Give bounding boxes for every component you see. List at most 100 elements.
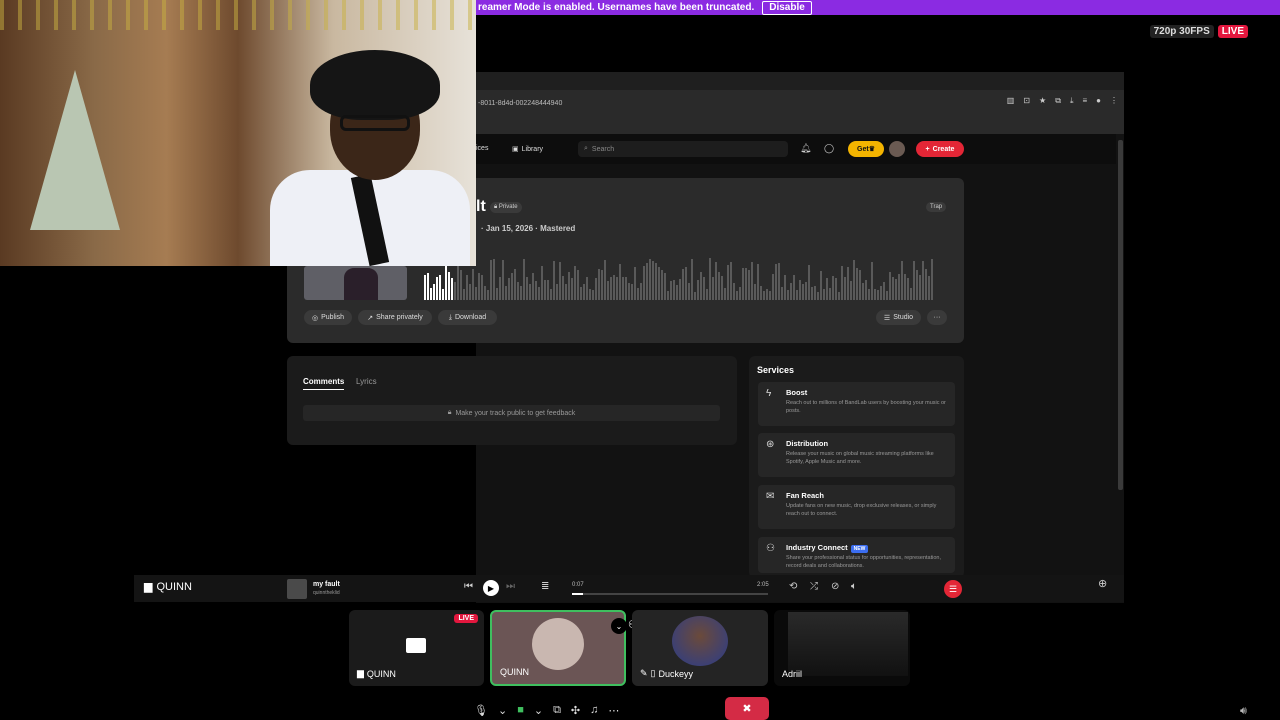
bookmarks-bar [476, 116, 1124, 134]
waveform-bar [907, 277, 909, 300]
studio-button[interactable]: ☰ Studio [876, 310, 921, 325]
waveform-bar [580, 287, 582, 300]
service-fan-reach[interactable]: ✉ Fan Reach Update fans on new music, dr… [758, 485, 955, 529]
more-icon[interactable]: ⋯ [608, 704, 619, 717]
waveform-bar [808, 265, 810, 300]
microphone-icon[interactable]: 🎙︎ [474, 704, 488, 717]
waveform-bar [466, 275, 468, 300]
bolt-icon: ϟ [766, 388, 772, 399]
queue-icon[interactable]: ≣ [541, 581, 549, 592]
player-track-title[interactable]: my fault [313, 581, 340, 588]
share-privately-button[interactable]: ↗ Share privately [358, 310, 432, 325]
waveform-bar [535, 280, 537, 300]
download-button[interactable]: ⤓ Download [438, 310, 497, 325]
service-boost[interactable]: ϟ Boost Reach out to millions of BandLab… [758, 382, 955, 426]
bookmark-star-icon[interactable]: ★ [1039, 96, 1046, 106]
disconnect-button[interactable]: ✖ [725, 697, 769, 720]
profile-icon[interactable]: ● [1096, 96, 1101, 106]
waveform-bar [538, 286, 540, 300]
waveform-bar [502, 259, 504, 300]
screen-share-preview [788, 612, 908, 676]
participant-tile[interactable]: Adriil [774, 610, 910, 686]
camera-options-chevron-icon[interactable]: ⌄ [534, 704, 543, 717]
waveform-bar [859, 270, 861, 300]
waveform-bar [868, 289, 870, 300]
extensions-icon[interactable]: ⧉ [1055, 96, 1061, 106]
soundboard-icon[interactable]: ♫ [590, 704, 598, 716]
progress-bar[interactable] [572, 593, 768, 595]
waveform-bar [604, 259, 606, 300]
string-lights [0, 0, 476, 30]
search-input[interactable]: ⌕ Search [578, 141, 788, 157]
play-button[interactable]: ▶ [483, 580, 499, 596]
waveform-bar [640, 282, 642, 300]
waveform-bar [802, 284, 804, 300]
zoom-icon[interactable]: ⊕ [1098, 577, 1107, 590]
output-volume-icon[interactable]: 🔊︎ [1240, 705, 1247, 718]
camera-icon[interactable]: ■ [517, 704, 524, 716]
library-icon: ▣ [512, 146, 519, 153]
messages-icon[interactable]: ◯ [824, 143, 834, 154]
tab-comments[interactable]: Comments [303, 377, 345, 390]
activities-icon[interactable]: ✣ [571, 704, 580, 717]
notifications-icon[interactable]: 🔔︎ [800, 143, 811, 154]
muted-mic-icon: ✎ [640, 668, 648, 678]
install-icon[interactable]: ⊡ [1023, 96, 1030, 106]
nav-library[interactable]: ▣ Library [512, 145, 543, 154]
waveform-bar [709, 258, 711, 300]
more-options-button[interactable]: ··· [927, 310, 947, 325]
waveform-bar [670, 281, 672, 300]
waveform-bar [469, 284, 471, 300]
repeat-icon[interactable]: ⟲ [789, 581, 797, 592]
new-badge: NEW [850, 545, 869, 553]
create-button[interactable]: + Create [916, 141, 964, 157]
shuffle-icon[interactable]: ⤮ [810, 581, 818, 592]
waveform-bar [850, 280, 852, 300]
mic-options-chevron-icon[interactable]: ⌄ [498, 704, 507, 717]
waveform-bar [457, 265, 459, 300]
service-distribution[interactable]: ⊛ Distribution Release your music on glo… [758, 433, 955, 477]
waveform-bar [784, 275, 786, 300]
webcam-overlay [0, 0, 476, 266]
waveform-bar [634, 266, 636, 300]
nav-devices[interactable]: ices [476, 145, 488, 152]
service-industry-connect[interactable]: ⚇ Industry Connect NEW Share your profess… [758, 537, 955, 573]
user-avatar[interactable] [889, 141, 905, 157]
publish-button[interactable]: ◎ Publish [304, 310, 352, 325]
screen-share-icon[interactable]: ⧉ [553, 704, 561, 717]
waveform-bar [430, 288, 432, 300]
waveform-bar [727, 265, 729, 300]
player-artist[interactable]: quinntheklid [313, 590, 340, 596]
participant-tile[interactable]: QUINN [490, 610, 626, 686]
menu-dots-icon[interactable]: ⋮ [1110, 96, 1118, 106]
tile-live-badge: LIVE [454, 614, 478, 623]
waveform-bar [697, 279, 699, 300]
plus-icon: + [925, 145, 930, 153]
player-menu-button[interactable]: ☰ [944, 580, 962, 598]
previous-icon[interactable]: ⏮ [464, 581, 473, 592]
screen-icon: ▆ [357, 668, 364, 678]
service-title: Industry Connect [786, 543, 848, 552]
waveform-bar [532, 273, 534, 300]
participant-tile[interactable]: LIVE ▆ QUINN [349, 610, 484, 686]
participant-tile[interactable]: ✎ ▯ Duckeyy [632, 610, 768, 686]
waveform-bar [598, 268, 600, 300]
mute-icon[interactable]: ⊘ [831, 581, 839, 592]
volume-icon[interactable]: 🔈︎ [851, 581, 857, 592]
tab-search-icon[interactable]: ▥ [1007, 96, 1015, 106]
page-scrollbar[interactable] [1118, 140, 1123, 490]
track-cover-art [304, 266, 407, 300]
media-icon[interactable]: ≡ [1082, 96, 1087, 106]
waveform-bar [592, 290, 594, 300]
track-waveform[interactable] [424, 254, 948, 300]
get-membership-button[interactable]: Get ♛ [848, 141, 884, 157]
chevron-down-icon[interactable]: ⌄ [611, 618, 627, 634]
next-icon[interactable]: ⏭ [506, 581, 515, 592]
waveform-bar [793, 275, 795, 300]
waveform-bar [631, 283, 633, 300]
disable-button[interactable]: Disable [762, 0, 812, 15]
tab-lyrics[interactable]: Lyrics [356, 377, 377, 386]
download-icon[interactable]: ⤓ [1070, 96, 1074, 106]
streamer-mode-banner: reamer Mode is enabled. Usernames have b… [476, 0, 1280, 15]
genre-badge[interactable]: Trap [926, 202, 947, 212]
